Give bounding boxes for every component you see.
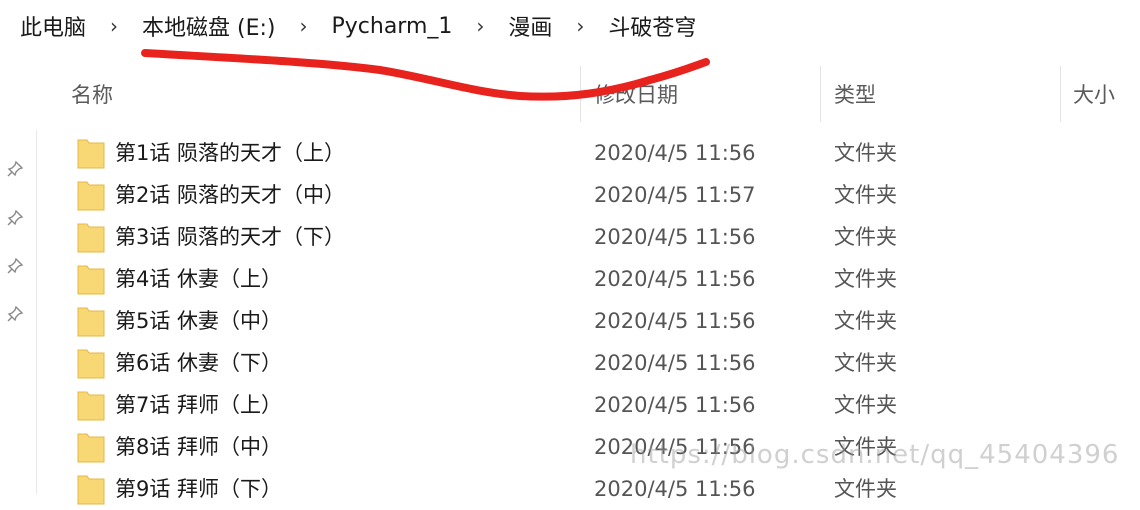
file-type: 文件夹 <box>834 225 897 249</box>
file-type: 文件夹 <box>834 183 897 207</box>
breadcrumb-current-folder[interactable]: 斗破苍穹 <box>602 10 702 42</box>
breadcrumb-manhua[interactable]: 漫画 <box>502 10 558 42</box>
file-row[interactable]: 第5话 休妻（中） 2020/4/5 11:56 文件夹 <box>37 300 1140 342</box>
column-divider[interactable] <box>580 66 581 122</box>
file-name: 第4话 休妻（上） <box>115 267 283 291</box>
pin-icon[interactable] <box>6 305 24 323</box>
file-modified: 2020/4/5 11:56 <box>594 477 756 501</box>
folder-icon <box>77 223 105 253</box>
file-modified: 2020/4/5 11:56 <box>594 141 756 165</box>
breadcrumb-this-pc[interactable]: 此电脑 <box>14 10 92 42</box>
file-name: 第9话 拜师（下） <box>115 477 283 501</box>
folder-icon <box>77 265 105 295</box>
chevron-right-icon[interactable]: › <box>92 14 136 38</box>
watermark: https://blog.csdn.net/qq_45404396 <box>630 440 1120 470</box>
file-name: 第6话 休妻（下） <box>115 351 283 375</box>
file-row[interactable]: 第1话 陨落的天才（上） 2020/4/5 11:56 文件夹 <box>37 132 1140 174</box>
file-modified: 2020/4/5 11:57 <box>594 183 756 207</box>
file-modified: 2020/4/5 11:56 <box>594 267 756 291</box>
column-header-modified[interactable]: 修改日期 <box>594 66 678 122</box>
navigation-pane <box>0 52 36 494</box>
file-modified: 2020/4/5 11:56 <box>594 351 756 375</box>
file-modified: 2020/4/5 11:56 <box>594 309 756 333</box>
file-type: 文件夹 <box>834 477 897 501</box>
file-modified: 2020/4/5 11:56 <box>594 393 756 417</box>
file-row[interactable]: 第7话 拜师（上） 2020/4/5 11:56 文件夹 <box>37 384 1140 426</box>
column-header-name[interactable]: 名称 <box>71 66 113 122</box>
file-row[interactable]: 第6话 休妻（下） 2020/4/5 11:56 文件夹 <box>37 342 1140 384</box>
column-header-size[interactable]: 大小 <box>1073 66 1115 122</box>
file-row[interactable]: 第9话 拜师（下） 2020/4/5 11:56 文件夹 <box>37 468 1140 510</box>
address-bar[interactable]: 此电脑 › 本地磁盘 (E:) › Pycharm_1 › 漫画 › 斗破苍穹 <box>0 0 1140 52</box>
folder-icon <box>77 139 105 169</box>
file-row[interactable]: 第3话 陨落的天才（下） 2020/4/5 11:56 文件夹 <box>37 216 1140 258</box>
file-type: 文件夹 <box>834 393 897 417</box>
file-type: 文件夹 <box>834 267 897 291</box>
file-type: 文件夹 <box>834 309 897 333</box>
folder-icon <box>77 307 105 337</box>
folder-icon <box>77 349 105 379</box>
column-header-type[interactable]: 类型 <box>834 66 876 122</box>
file-type: 文件夹 <box>834 351 897 375</box>
file-name: 第5话 休妻（中） <box>115 309 283 333</box>
file-name: 第1话 陨落的天才（上） <box>115 141 346 165</box>
file-name: 第8话 拜师（中） <box>115 435 283 459</box>
folder-icon <box>77 475 105 505</box>
column-header-row: 名称 修改日期 类型 大小 <box>37 66 1140 122</box>
file-name: 第2话 陨落的天才（中） <box>115 183 346 207</box>
file-name: 第7话 拜师（上） <box>115 393 283 417</box>
chevron-right-icon[interactable]: › <box>558 14 602 38</box>
breadcrumb-local-disk-e[interactable]: 本地磁盘 (E:) <box>136 10 281 42</box>
folder-icon <box>77 433 105 463</box>
pin-icon[interactable] <box>6 209 24 227</box>
column-divider[interactable] <box>820 66 821 122</box>
file-row[interactable]: 第4话 休妻（上） 2020/4/5 11:56 文件夹 <box>37 258 1140 300</box>
file-modified: 2020/4/5 11:56 <box>594 225 756 249</box>
chevron-right-icon[interactable]: › <box>458 14 502 38</box>
file-type: 文件夹 <box>834 141 897 165</box>
folder-icon <box>77 181 105 211</box>
breadcrumb-pycharm[interactable]: Pycharm_1 <box>326 14 459 39</box>
chevron-right-icon[interactable]: › <box>282 14 326 38</box>
file-row[interactable]: 第2话 陨落的天才（中） 2020/4/5 11:57 文件夹 <box>37 174 1140 216</box>
file-name: 第3话 陨落的天才（下） <box>115 225 346 249</box>
folder-icon <box>77 391 105 421</box>
pin-icon[interactable] <box>6 257 24 275</box>
column-divider[interactable] <box>1060 66 1061 122</box>
pin-icon[interactable] <box>6 160 24 178</box>
